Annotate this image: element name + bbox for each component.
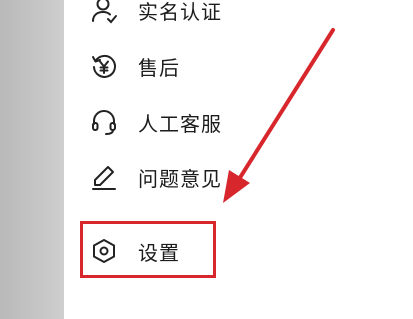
menu-item-feedback[interactable]: 问题意见	[90, 155, 340, 199]
settings-highlight-box	[80, 221, 216, 278]
background-overlay	[0, 0, 64, 319]
menu-item-label: 实名认证	[138, 0, 222, 24]
pencil-icon	[90, 163, 118, 191]
user-icon	[90, 0, 118, 24]
menu-item-real-name-verification[interactable]: 实名认证	[90, 0, 340, 32]
menu-item-label: 问题意见	[138, 166, 222, 191]
menu-item-customer-service[interactable]: 人工客服	[90, 100, 340, 144]
menu-item-label: 售后	[138, 55, 180, 80]
menu-item-after-sales[interactable]: 售后	[90, 44, 340, 88]
menu-item-label: 人工客服	[138, 111, 222, 136]
yuan-refresh-icon	[90, 52, 118, 80]
headset-icon	[90, 108, 118, 136]
